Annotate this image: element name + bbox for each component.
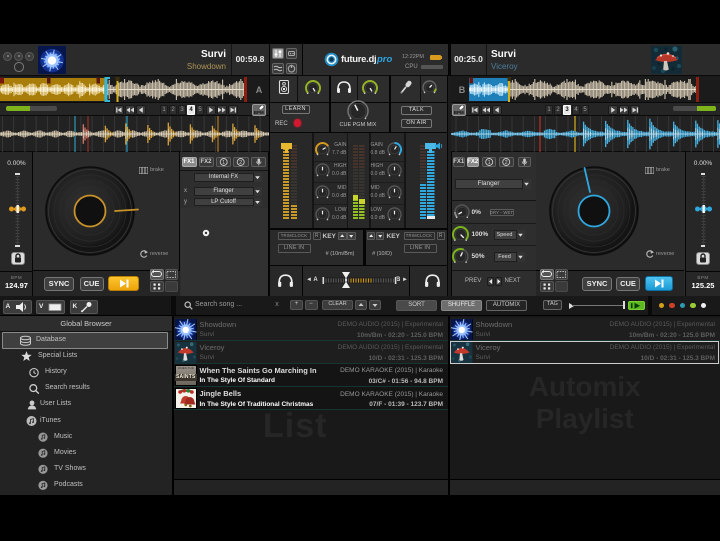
svg-text:2: 2 [239, 160, 242, 166]
svg-text:1: 1 [222, 160, 225, 166]
svg-text:2: 2 [505, 160, 508, 166]
svg-text:1: 1 [487, 160, 490, 166]
